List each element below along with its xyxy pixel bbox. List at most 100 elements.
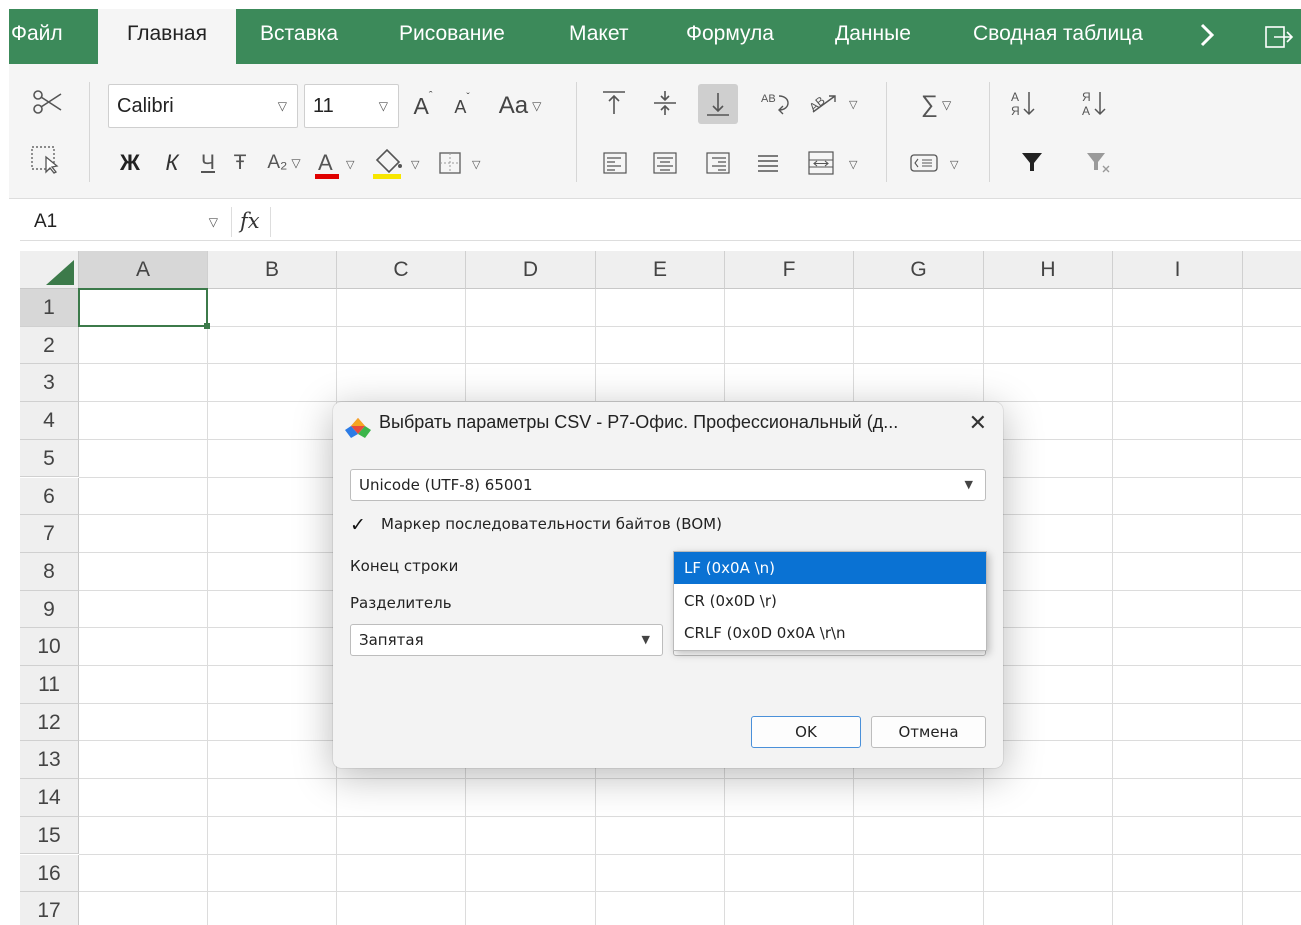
align-middle-icon[interactable] (651, 88, 679, 118)
row-header[interactable]: 5 (20, 439, 79, 478)
column-header[interactable]: E (596, 251, 725, 289)
row-header[interactable]: 16 (20, 854, 79, 893)
align-left-icon[interactable] (601, 150, 629, 176)
row-gridline (79, 853, 1301, 855)
bold-button[interactable]: Ж (115, 148, 145, 178)
column-header[interactable]: D (466, 251, 596, 289)
fill-handle[interactable] (204, 322, 210, 329)
tab-draw[interactable]: Рисование (399, 9, 505, 64)
row-header[interactable]: 13 (20, 741, 79, 780)
chevron-down-icon: ▽ (208, 215, 218, 229)
row-header[interactable]: 10 (20, 628, 79, 666)
name-box[interactable]: A1 ▽ (20, 205, 230, 239)
row-header[interactable]: 9 (20, 590, 79, 629)
align-center-icon[interactable] (651, 150, 679, 176)
column-header[interactable]: A (79, 251, 208, 289)
column-gridline (1242, 289, 1243, 925)
decrease-font-button[interactable]: Aˇ (449, 92, 475, 122)
cancel-button[interactable]: Отмена (871, 716, 986, 748)
ribbon-tab-bar: Файл Главная Вставка Рисование Макет Фор… (9, 9, 1301, 64)
line-end-option[interactable]: CRLF (0x0D 0x0A \r\n (674, 617, 986, 649)
shrink-font-icon: A (454, 96, 467, 117)
column-header[interactable]: C (337, 251, 466, 289)
tab-data[interactable]: Данные (835, 9, 911, 64)
text-orientation-icon[interactable]: AB ▽ (805, 86, 865, 120)
clear-filter-icon[interactable] (1085, 150, 1113, 176)
row-header[interactable]: 14 (20, 779, 79, 817)
tab-formula[interactable]: Формула (686, 9, 774, 64)
sort-descending-icon[interactable]: Я А (1080, 86, 1110, 120)
change-case-button[interactable]: Aa ▽ (489, 88, 551, 124)
increase-font-button[interactable]: Aˆ (409, 90, 437, 122)
line-end-dropdown-list: LF (0x0A \n) CR (0x0D \r) CRLF (0x0D 0x0… (673, 551, 987, 651)
column-header[interactable]: H (984, 251, 1113, 289)
bom-checkbox[interactable]: ✓ (350, 515, 370, 535)
selected-cell[interactable] (78, 288, 208, 327)
export-icon[interactable] (1264, 25, 1294, 49)
align-top-icon[interactable] (600, 88, 628, 118)
column-header[interactable]: G (854, 251, 984, 289)
function-icon[interactable]: fx (240, 205, 272, 239)
row-gridline (79, 363, 1301, 365)
row-header[interactable]: 12 (20, 703, 79, 742)
merge-cells-icon[interactable]: ▽ (805, 148, 865, 178)
row-header[interactable]: 17 (20, 892, 79, 925)
cut-icon[interactable] (31, 88, 65, 116)
delimiter-select[interactable]: Запятая ▼ (350, 624, 663, 656)
select-icon[interactable] (29, 144, 63, 174)
line-end-option[interactable]: LF (0x0A \n) (674, 552, 986, 584)
row-header[interactable]: 1 (20, 289, 79, 327)
italic-button[interactable]: К (159, 148, 185, 178)
cell-reference: A1 (34, 211, 58, 232)
row-header[interactable]: 4 (20, 402, 79, 440)
row-header[interactable]: 6 (20, 477, 79, 516)
close-icon[interactable]: ✕ (969, 411, 987, 436)
borders-icon: ▽ (439, 152, 481, 174)
strikethrough-button[interactable]: Ŧ (227, 148, 253, 178)
select-all-corner[interactable] (20, 251, 79, 289)
fill-color-button[interactable]: ▽ (367, 144, 429, 182)
font-color-button[interactable]: A ▽ (312, 146, 362, 182)
row-header[interactable]: 7 (20, 515, 79, 553)
align-right-icon[interactable] (704, 150, 732, 176)
justify-icon[interactable] (754, 150, 782, 176)
row-header[interactable]: 11 (20, 666, 79, 704)
encoding-select[interactable]: Unicode (UTF-8) 65001 ▼ (350, 469, 986, 501)
formula-input[interactable] (276, 205, 1296, 239)
tab-file[interactable]: Файл (9, 9, 91, 64)
svg-text:▽: ▽ (950, 159, 959, 171)
tab-layout[interactable]: Макет (569, 9, 628, 64)
autosum-button[interactable]: ∑ ▽ (906, 88, 966, 122)
column-header[interactable]: I (1113, 251, 1243, 289)
row-header[interactable]: 2 (20, 326, 79, 365)
ok-button[interactable]: OK (751, 716, 861, 748)
align-bottom-button[interactable] (698, 84, 738, 124)
column-header[interactable] (1243, 251, 1301, 289)
row-header[interactable]: 3 (20, 364, 79, 403)
tab-home[interactable]: Главная (98, 9, 236, 64)
tab-insert[interactable]: Вставка (260, 9, 338, 64)
wrap-text-icon[interactable]: AB (757, 86, 795, 120)
underline-button[interactable]: Ч (195, 148, 221, 178)
filter-icon[interactable] (1020, 150, 1044, 174)
chevron-right-icon[interactable] (1197, 22, 1217, 48)
font-name-value: Calibri (117, 95, 174, 117)
formula-bar: A1 ▽ fx (20, 201, 1301, 241)
sort-ascending-icon[interactable]: А Я (1009, 86, 1039, 120)
column-header[interactable]: B (208, 251, 337, 289)
row-header[interactable]: 15 (20, 816, 79, 855)
app-logo-icon (345, 418, 371, 438)
change-case-icon: Aa (498, 92, 529, 119)
row-header[interactable]: 8 (20, 552, 79, 591)
select-all-icon (46, 260, 74, 285)
line-end-option[interactable]: CR (0x0D \r) (674, 585, 986, 617)
subscript-button[interactable]: A₂ ▽ (261, 148, 307, 178)
borders-button[interactable]: ▽ (434, 146, 490, 180)
cell-format-icon[interactable]: ▽ (906, 148, 968, 178)
line-end-label: Конец строки (350, 557, 459, 575)
caret-down-icon: ▼ (641, 633, 650, 646)
font-name-combo[interactable]: Calibri ▽ (108, 84, 298, 128)
column-header[interactable]: F (725, 251, 854, 289)
tab-pivot-table[interactable]: Сводная таблица (973, 9, 1143, 64)
font-size-combo[interactable]: 11 ▽ (304, 84, 399, 128)
